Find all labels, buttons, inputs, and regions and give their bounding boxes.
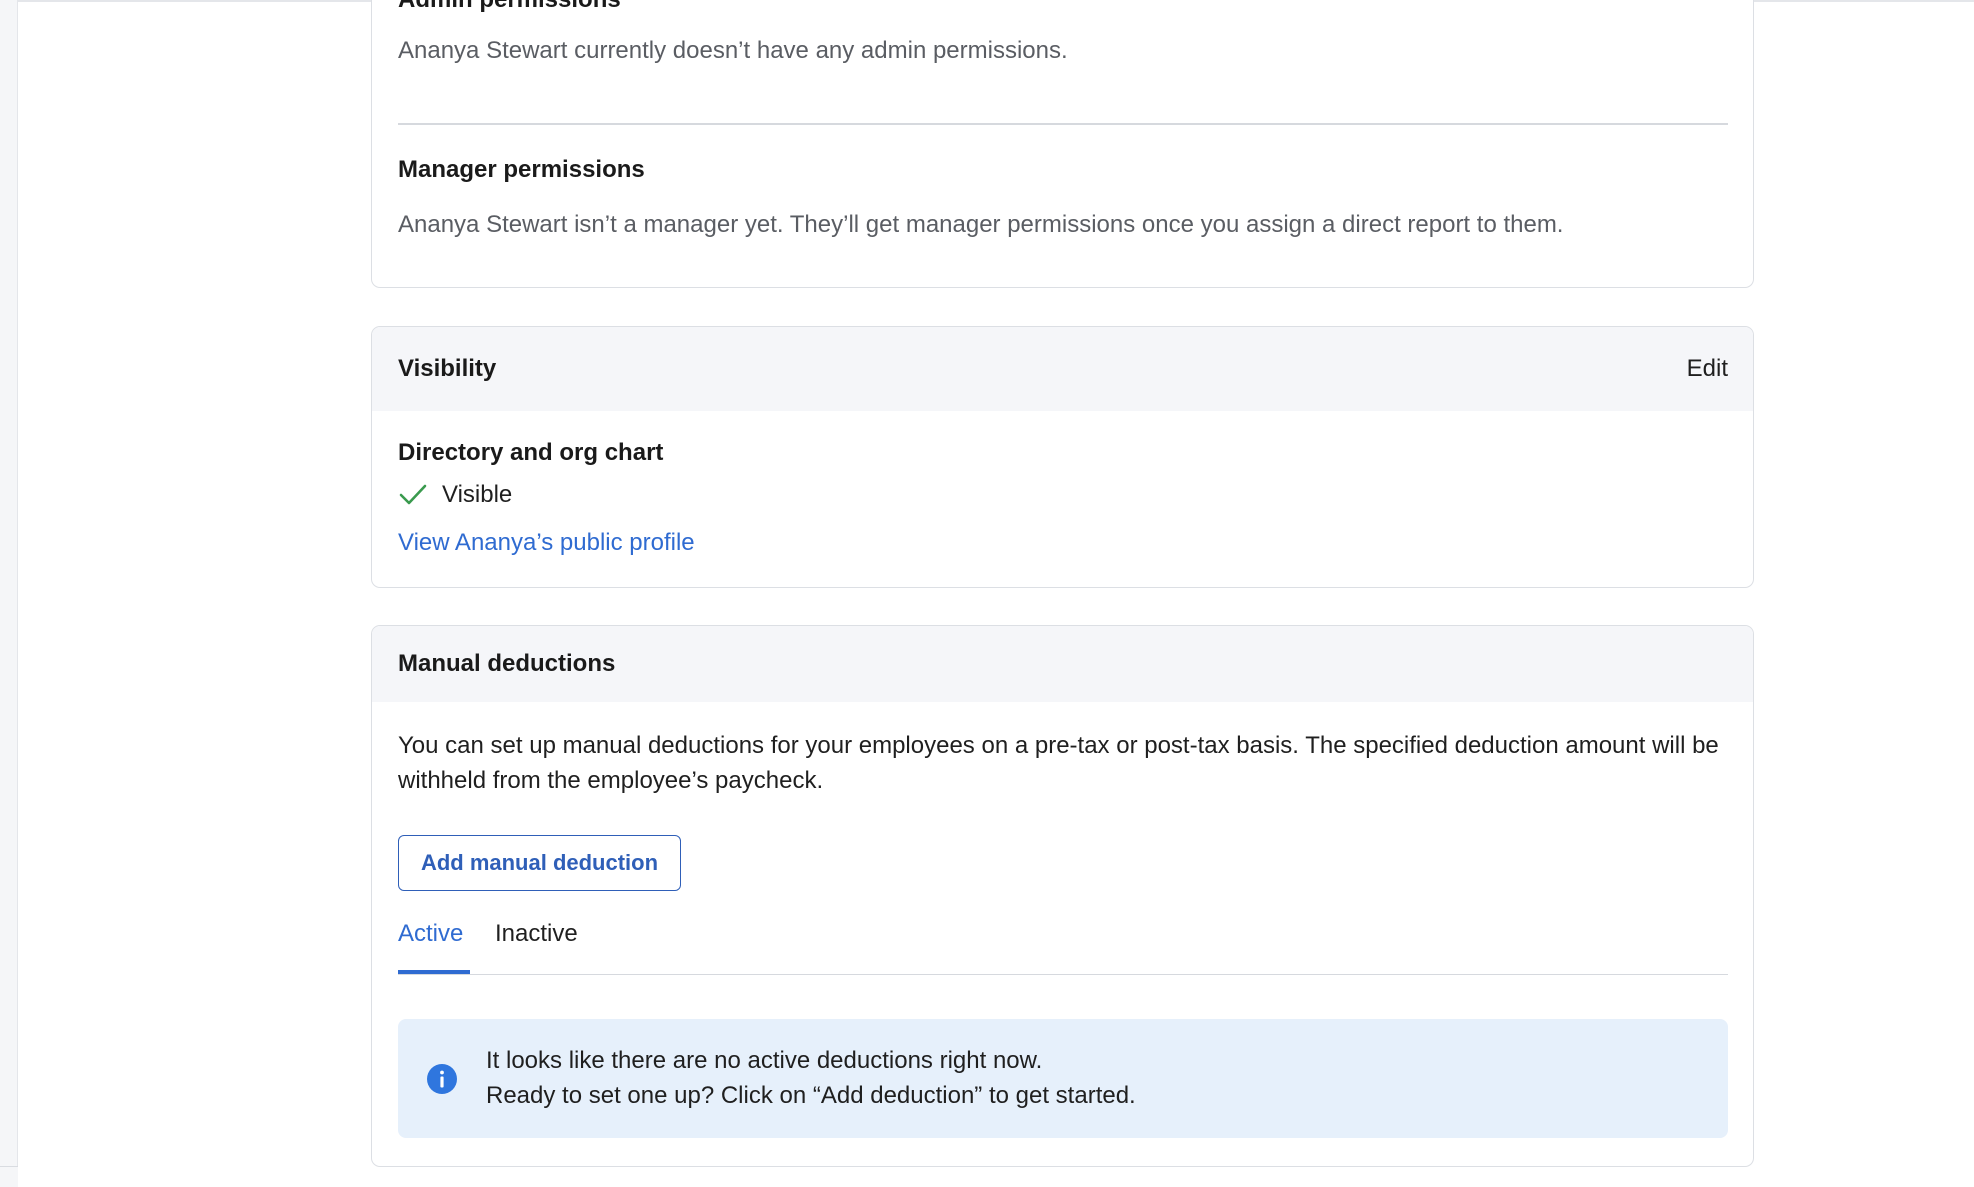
admin-permissions-title: Admin permissions [398, 0, 621, 14]
info-message: It looks like there are no active deduct… [486, 1043, 1136, 1113]
info-line-2: Ready to set one up? Click on “Add deduc… [486, 1082, 1136, 1109]
visibility-header: Visibility Edit [372, 327, 1753, 411]
manager-permissions-title: Manager permissions [398, 156, 645, 183]
no-deductions-info-banner: It looks like there are no active deduct… [398, 1019, 1728, 1138]
manager-permissions-text: Ananya Stewart isn’t a manager yet. They… [398, 211, 1564, 238]
visibility-edit-button[interactable]: Edit [1687, 355, 1728, 383]
tab-inactive[interactable]: Inactive [495, 916, 578, 974]
permissions-card: Admin permissions Ananya Stewart current… [371, 0, 1754, 288]
deduction-tabs: Active Inactive [398, 916, 1728, 975]
directory-org-chart-title: Directory and org chart [398, 439, 664, 466]
sidebar-corner [0, 1166, 18, 1187]
admin-permissions-text: Ananya Stewart currently doesn’t have an… [398, 37, 1068, 64]
add-manual-deduction-button[interactable]: Add manual deduction [398, 835, 681, 891]
info-icon [427, 1064, 457, 1094]
deductions-header: Manual deductions [372, 626, 1753, 702]
visibility-status-text: Visible [442, 481, 513, 508]
tab-active[interactable]: Active [398, 916, 470, 974]
check-icon [399, 484, 427, 505]
deductions-title: Manual deductions [398, 650, 616, 677]
deductions-description: You can set up manual deductions for you… [398, 732, 1719, 794]
left-sidebar-edge [0, 0, 18, 1186]
public-profile-link[interactable]: View Ananya’s public profile [398, 529, 695, 557]
visibility-card: Visibility Edit Directory and org chart … [371, 326, 1754, 588]
visibility-title: Visibility [398, 355, 497, 382]
visibility-status: Visible [398, 481, 512, 509]
permissions-divider [398, 123, 1728, 125]
manual-deductions-card: Manual deductions You can set up manual … [371, 625, 1754, 1167]
info-line-1: It looks like there are no active deduct… [486, 1047, 1043, 1074]
